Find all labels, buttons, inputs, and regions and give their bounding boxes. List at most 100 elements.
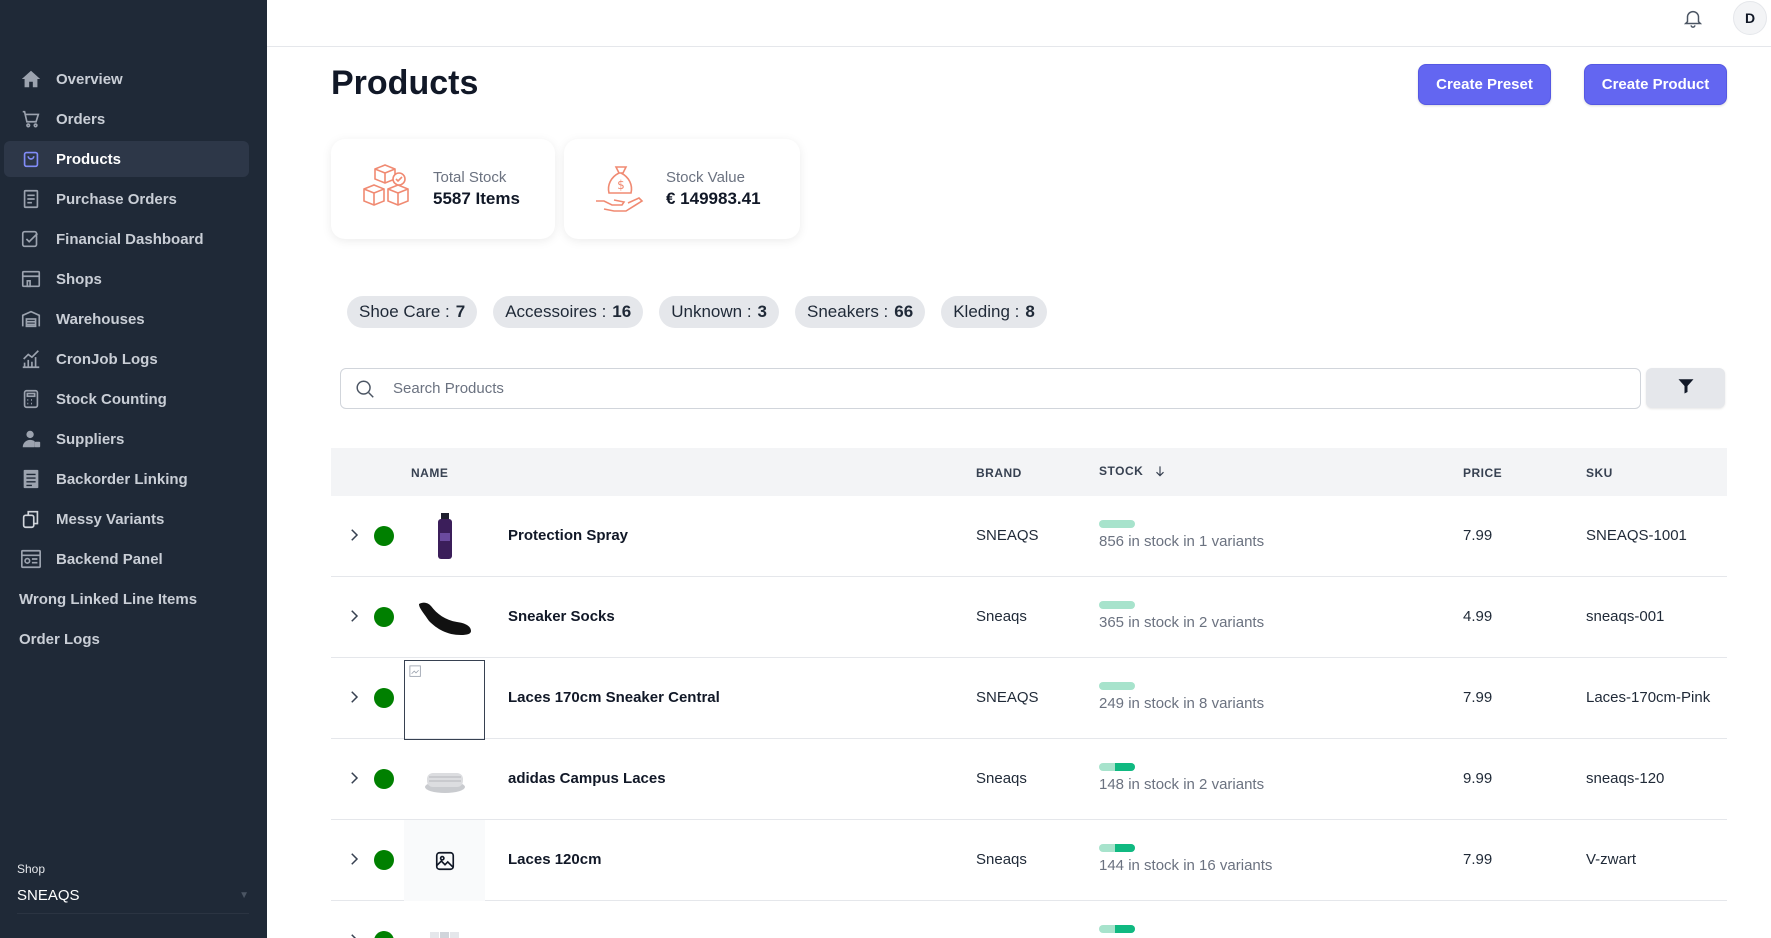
chevron-right-icon[interactable] bbox=[345, 607, 363, 625]
product-brand: Sneaqs bbox=[976, 851, 1027, 868]
category-name: Unknown : bbox=[671, 302, 752, 321]
sidebar-item-suppliers[interactable]: Suppliers bbox=[4, 421, 249, 457]
shop-value: SNEAQS bbox=[17, 887, 80, 904]
store-icon bbox=[20, 268, 42, 290]
notification-bell-icon[interactable] bbox=[1679, 4, 1707, 32]
category-count: 7 bbox=[455, 302, 466, 321]
category-chip[interactable]: Kleding : 8 bbox=[941, 296, 1047, 328]
sidebar-item-purchase-orders[interactable]: Purchase Orders bbox=[4, 181, 249, 217]
product-name[interactable]: Sneaker Socks bbox=[508, 608, 615, 625]
shop-label: Shop bbox=[17, 862, 46, 876]
product-sku: Laces-170cm-Pink bbox=[1586, 689, 1711, 706]
sidebar-item-orders[interactable]: Orders bbox=[4, 101, 249, 137]
stock-value-card: $ Stock Value € 149983.41 bbox=[564, 139, 800, 239]
product-brand: Sneaqs bbox=[976, 608, 1027, 625]
topbar: D bbox=[267, 0, 1771, 47]
product-name[interactable]: adidas Campus Laces bbox=[508, 770, 666, 787]
sidebar-item-backend-panel[interactable]: Backend Panel bbox=[4, 541, 249, 577]
chevron-right-icon[interactable] bbox=[345, 526, 363, 544]
stock-text: 144 in stock in 16 variants bbox=[1099, 857, 1273, 874]
sidebar-item-cronjob-logs[interactable]: CronJob Logs bbox=[4, 341, 249, 377]
product-name[interactable]: Protection Spray bbox=[508, 527, 628, 544]
sidebar-item-label: Backorder Linking bbox=[56, 470, 188, 488]
search-input[interactable] bbox=[393, 380, 1593, 397]
stock-bar-fill bbox=[1115, 925, 1135, 933]
table-row[interactable] bbox=[331, 901, 1727, 938]
category-chip[interactable]: Unknown : 3 bbox=[659, 296, 780, 328]
column-header-sku[interactable]: SKU bbox=[1586, 466, 1613, 480]
product-price: 7.99 bbox=[1463, 527, 1493, 544]
sidebar-item-overview[interactable]: Overview bbox=[4, 61, 249, 97]
product-price: 7.99 bbox=[1463, 851, 1493, 868]
chevron-right-icon[interactable] bbox=[345, 769, 363, 787]
column-header-brand[interactable]: BRAND bbox=[976, 466, 1022, 480]
check-badge-icon bbox=[20, 228, 42, 250]
stock-bar bbox=[1099, 844, 1135, 852]
table-row[interactable]: Laces 120cm Sneaqs 144 in stock in 16 va… bbox=[331, 820, 1727, 901]
table-row[interactable]: Sneaker Socks Sneaqs 365 in stock in 2 v… bbox=[331, 577, 1727, 658]
filter-button[interactable] bbox=[1646, 368, 1725, 408]
stock-bar bbox=[1099, 925, 1135, 933]
sidebar-item-shops[interactable]: Shops bbox=[4, 261, 249, 297]
boxes-icon bbox=[359, 161, 415, 217]
shop-selector[interactable]: Shop SNEAQS ▼ bbox=[17, 862, 249, 914]
page-title: Products bbox=[331, 64, 479, 102]
product-name[interactable]: Laces 120cm bbox=[508, 851, 601, 868]
document-list-icon bbox=[20, 468, 42, 490]
create-product-button[interactable]: Create Product bbox=[1584, 64, 1727, 105]
category-chips: Shoe Care :7 Accessoires :16 Unknown :3 … bbox=[347, 296, 1063, 328]
table-row[interactable]: Protection Spray SNEAQS 856 in stock in … bbox=[331, 496, 1727, 577]
category-chip[interactable]: Sneakers : 66 bbox=[795, 296, 926, 328]
column-header-price[interactable]: PRICE bbox=[1463, 466, 1502, 480]
status-dot bbox=[374, 769, 394, 789]
sidebar-item-label: Suppliers bbox=[56, 430, 125, 448]
sidebar-item-products[interactable]: Products bbox=[4, 141, 249, 177]
sidebar-item-label: Messy Variants bbox=[56, 510, 165, 528]
sidebar-item-label: Products bbox=[56, 150, 122, 168]
shop-select[interactable]: SNEAQS ▼ bbox=[17, 884, 249, 914]
avatar[interactable]: D bbox=[1733, 1, 1767, 35]
sidebar-item-messy-variants[interactable]: Messy Variants bbox=[4, 501, 249, 537]
chevron-right-icon[interactable] bbox=[345, 850, 363, 868]
category-count: 8 bbox=[1025, 302, 1035, 321]
sidebar-item-wrong-linked-line-items[interactable]: Wrong Linked Line Items bbox=[4, 581, 249, 617]
table-row[interactable]: Laces 170cm Sneaker Central SNEAQS 249 i… bbox=[331, 658, 1727, 740]
sidebar-item-label: Financial Dashboard bbox=[56, 230, 204, 248]
search-icon bbox=[354, 378, 376, 400]
column-header-stock[interactable]: STOCK bbox=[1099, 464, 1167, 478]
column-header-name[interactable]: NAME bbox=[411, 466, 448, 480]
stock-text: 365 in stock in 2 variants bbox=[1099, 614, 1265, 631]
sidebar-item-backorder-linking[interactable]: Backorder Linking bbox=[4, 461, 249, 497]
category-chip[interactable]: Accessoires : 16 bbox=[493, 296, 644, 328]
stock-text: 856 in stock in 1 variants bbox=[1099, 533, 1265, 550]
sidebar-item-stock-counting[interactable]: Stock Counting bbox=[4, 381, 249, 417]
chevron-right-icon[interactable] bbox=[345, 688, 363, 706]
status-dot bbox=[374, 688, 394, 708]
search-bar bbox=[340, 368, 1641, 409]
product-price: 4.99 bbox=[1463, 608, 1493, 625]
create-preset-button[interactable]: Create Preset bbox=[1418, 64, 1551, 105]
chevron-right-icon[interactable] bbox=[345, 931, 363, 938]
sidebar-item-label: Overview bbox=[56, 70, 123, 88]
products-table: NAME BRAND STOCK PRICE SKU Protection Sp… bbox=[331, 448, 1727, 938]
status-dot bbox=[374, 931, 394, 938]
category-chip[interactable]: Shoe Care : 7 bbox=[347, 296, 478, 328]
stock-value-label: Stock Value bbox=[666, 169, 745, 186]
sidebar-item-label: Wrong Linked Line Items bbox=[19, 590, 198, 608]
image-placeholder-icon bbox=[435, 851, 454, 870]
product-thumbnail-laces bbox=[404, 739, 485, 820]
stock-bar bbox=[1099, 763, 1135, 771]
sidebar-item-financial-dashboard[interactable]: Financial Dashboard bbox=[4, 221, 249, 257]
sidebar-nav: Overview Orders Products Purchase Orders… bbox=[4, 61, 249, 661]
sidebar-item-warehouses[interactable]: Warehouses bbox=[4, 301, 249, 337]
money-bag-hand-icon: $ bbox=[592, 161, 648, 217]
broken-image-icon bbox=[409, 665, 421, 677]
chevron-down-icon: ▼ bbox=[239, 890, 249, 901]
product-name[interactable]: Laces 170cm Sneaker Central bbox=[508, 689, 720, 706]
panel-icon bbox=[20, 548, 42, 570]
filter-icon bbox=[1677, 377, 1695, 400]
table-row[interactable]: adidas Campus Laces Sneaqs 148 in stock … bbox=[331, 739, 1727, 820]
stock-bar bbox=[1099, 682, 1135, 690]
sidebar-item-order-logs[interactable]: Order Logs bbox=[4, 621, 249, 657]
product-thumbnail-placeholder bbox=[404, 820, 485, 901]
